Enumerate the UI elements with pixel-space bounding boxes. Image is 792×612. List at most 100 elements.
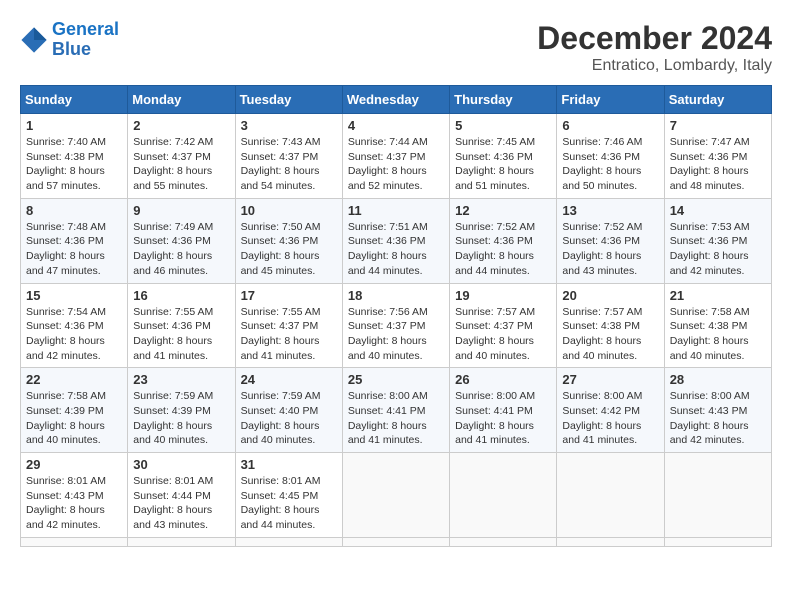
day-info: Sunrise: 7:50 AM Sunset: 4:36 PM Dayligh…	[241, 220, 337, 279]
day-number: 14	[670, 203, 766, 218]
day-number: 30	[133, 457, 229, 472]
table-row: 14 Sunrise: 7:53 AM Sunset: 4:36 PM Dayl…	[664, 198, 771, 283]
day-info: Sunrise: 8:01 AM Sunset: 4:44 PM Dayligh…	[133, 474, 229, 533]
table-row: 17 Sunrise: 7:55 AM Sunset: 4:37 PM Dayl…	[235, 283, 342, 368]
header-thursday: Thursday	[450, 86, 557, 114]
logo-line2: Blue	[52, 39, 91, 59]
day-info: Sunrise: 7:57 AM Sunset: 4:38 PM Dayligh…	[562, 305, 658, 364]
day-info: Sunrise: 7:40 AM Sunset: 4:38 PM Dayligh…	[26, 135, 122, 194]
table-row	[664, 537, 771, 546]
day-number: 19	[455, 288, 551, 303]
calendar-week-row: 22 Sunrise: 7:58 AM Sunset: 4:39 PM Dayl…	[21, 368, 772, 453]
table-row	[450, 537, 557, 546]
table-row: 5 Sunrise: 7:45 AM Sunset: 4:36 PM Dayli…	[450, 114, 557, 199]
table-row: 30 Sunrise: 8:01 AM Sunset: 4:44 PM Dayl…	[128, 453, 235, 538]
table-row: 23 Sunrise: 7:59 AM Sunset: 4:39 PM Dayl…	[128, 368, 235, 453]
calendar-week-row	[21, 537, 772, 546]
day-info: Sunrise: 7:59 AM Sunset: 4:40 PM Dayligh…	[241, 389, 337, 448]
table-row: 9 Sunrise: 7:49 AM Sunset: 4:36 PM Dayli…	[128, 198, 235, 283]
day-number: 4	[348, 118, 444, 133]
day-info: Sunrise: 7:46 AM Sunset: 4:36 PM Dayligh…	[562, 135, 658, 194]
table-row: 7 Sunrise: 7:47 AM Sunset: 4:36 PM Dayli…	[664, 114, 771, 199]
calendar-week-row: 1 Sunrise: 7:40 AM Sunset: 4:38 PM Dayli…	[21, 114, 772, 199]
day-info: Sunrise: 7:42 AM Sunset: 4:37 PM Dayligh…	[133, 135, 229, 194]
table-row: 20 Sunrise: 7:57 AM Sunset: 4:38 PM Dayl…	[557, 283, 664, 368]
header-monday: Monday	[128, 86, 235, 114]
table-row: 12 Sunrise: 7:52 AM Sunset: 4:36 PM Dayl…	[450, 198, 557, 283]
table-row: 26 Sunrise: 8:00 AM Sunset: 4:41 PM Dayl…	[450, 368, 557, 453]
day-number: 13	[562, 203, 658, 218]
day-info: Sunrise: 7:53 AM Sunset: 4:36 PM Dayligh…	[670, 220, 766, 279]
day-info: Sunrise: 7:52 AM Sunset: 4:36 PM Dayligh…	[455, 220, 551, 279]
header-wednesday: Wednesday	[342, 86, 449, 114]
day-info: Sunrise: 7:51 AM Sunset: 4:36 PM Dayligh…	[348, 220, 444, 279]
day-info: Sunrise: 8:01 AM Sunset: 4:43 PM Dayligh…	[26, 474, 122, 533]
day-info: Sunrise: 7:47 AM Sunset: 4:36 PM Dayligh…	[670, 135, 766, 194]
day-number: 11	[348, 203, 444, 218]
table-row: 11 Sunrise: 7:51 AM Sunset: 4:36 PM Dayl…	[342, 198, 449, 283]
logo-icon	[20, 26, 48, 54]
day-number: 25	[348, 372, 444, 387]
table-row: 16 Sunrise: 7:55 AM Sunset: 4:36 PM Dayl…	[128, 283, 235, 368]
table-row: 3 Sunrise: 7:43 AM Sunset: 4:37 PM Dayli…	[235, 114, 342, 199]
table-row: 27 Sunrise: 8:00 AM Sunset: 4:42 PM Dayl…	[557, 368, 664, 453]
day-number: 10	[241, 203, 337, 218]
day-info: Sunrise: 7:58 AM Sunset: 4:38 PM Dayligh…	[670, 305, 766, 364]
day-number: 27	[562, 372, 658, 387]
header-tuesday: Tuesday	[235, 86, 342, 114]
day-info: Sunrise: 7:54 AM Sunset: 4:36 PM Dayligh…	[26, 305, 122, 364]
table-row: 22 Sunrise: 7:58 AM Sunset: 4:39 PM Dayl…	[21, 368, 128, 453]
day-info: Sunrise: 7:45 AM Sunset: 4:36 PM Dayligh…	[455, 135, 551, 194]
header-sunday: Sunday	[21, 86, 128, 114]
day-info: Sunrise: 7:55 AM Sunset: 4:36 PM Dayligh…	[133, 305, 229, 364]
day-info: Sunrise: 8:00 AM Sunset: 4:43 PM Dayligh…	[670, 389, 766, 448]
day-number: 8	[26, 203, 122, 218]
logo-line1: General	[52, 19, 119, 39]
table-row: 15 Sunrise: 7:54 AM Sunset: 4:36 PM Dayl…	[21, 283, 128, 368]
day-info: Sunrise: 7:49 AM Sunset: 4:36 PM Dayligh…	[133, 220, 229, 279]
table-row: 13 Sunrise: 7:52 AM Sunset: 4:36 PM Dayl…	[557, 198, 664, 283]
day-number: 29	[26, 457, 122, 472]
table-row: 29 Sunrise: 8:01 AM Sunset: 4:43 PM Dayl…	[21, 453, 128, 538]
table-row: 21 Sunrise: 7:58 AM Sunset: 4:38 PM Dayl…	[664, 283, 771, 368]
day-info: Sunrise: 7:52 AM Sunset: 4:36 PM Dayligh…	[562, 220, 658, 279]
calendar-title: December 2024	[537, 20, 772, 57]
day-number: 1	[26, 118, 122, 133]
day-number: 5	[455, 118, 551, 133]
table-row	[664, 453, 771, 538]
day-number: 15	[26, 288, 122, 303]
table-row: 8 Sunrise: 7:48 AM Sunset: 4:36 PM Dayli…	[21, 198, 128, 283]
table-row: 18 Sunrise: 7:56 AM Sunset: 4:37 PM Dayl…	[342, 283, 449, 368]
day-number: 9	[133, 203, 229, 218]
day-number: 2	[133, 118, 229, 133]
day-info: Sunrise: 7:56 AM Sunset: 4:37 PM Dayligh…	[348, 305, 444, 364]
day-number: 20	[562, 288, 658, 303]
day-number: 21	[670, 288, 766, 303]
day-number: 7	[670, 118, 766, 133]
table-row: 28 Sunrise: 8:00 AM Sunset: 4:43 PM Dayl…	[664, 368, 771, 453]
calendar-table: Sunday Monday Tuesday Wednesday Thursday…	[20, 85, 772, 547]
day-number: 31	[241, 457, 337, 472]
table-row	[450, 453, 557, 538]
calendar-week-row: 15 Sunrise: 7:54 AM Sunset: 4:36 PM Dayl…	[21, 283, 772, 368]
table-row: 25 Sunrise: 8:00 AM Sunset: 4:41 PM Dayl…	[342, 368, 449, 453]
table-row: 10 Sunrise: 7:50 AM Sunset: 4:36 PM Dayl…	[235, 198, 342, 283]
day-info: Sunrise: 7:59 AM Sunset: 4:39 PM Dayligh…	[133, 389, 229, 448]
day-number: 26	[455, 372, 551, 387]
day-number: 3	[241, 118, 337, 133]
day-info: Sunrise: 7:44 AM Sunset: 4:37 PM Dayligh…	[348, 135, 444, 194]
table-row	[342, 453, 449, 538]
table-row	[21, 537, 128, 546]
table-row	[235, 537, 342, 546]
day-info: Sunrise: 7:48 AM Sunset: 4:36 PM Dayligh…	[26, 220, 122, 279]
logo: General Blue	[20, 20, 119, 60]
day-info: Sunrise: 7:57 AM Sunset: 4:37 PM Dayligh…	[455, 305, 551, 364]
table-row: 24 Sunrise: 7:59 AM Sunset: 4:40 PM Dayl…	[235, 368, 342, 453]
title-block: December 2024 Entratico, Lombardy, Italy	[537, 20, 772, 75]
day-info: Sunrise: 8:00 AM Sunset: 4:41 PM Dayligh…	[455, 389, 551, 448]
calendar-week-row: 29 Sunrise: 8:01 AM Sunset: 4:43 PM Dayl…	[21, 453, 772, 538]
logo-text: General Blue	[52, 20, 119, 60]
table-row: 1 Sunrise: 7:40 AM Sunset: 4:38 PM Dayli…	[21, 114, 128, 199]
table-row: 31 Sunrise: 8:01 AM Sunset: 4:45 PM Dayl…	[235, 453, 342, 538]
day-info: Sunrise: 8:01 AM Sunset: 4:45 PM Dayligh…	[241, 474, 337, 533]
